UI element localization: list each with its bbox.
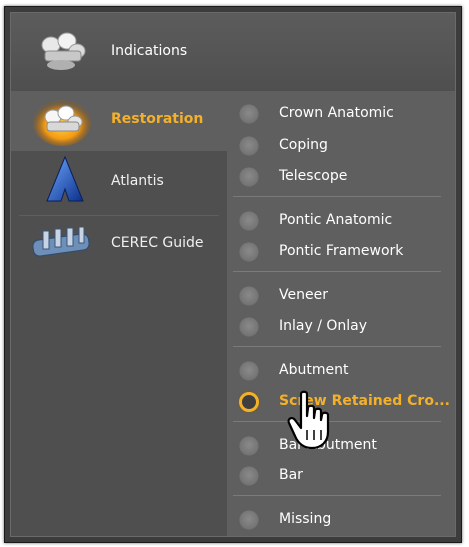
option-divider	[233, 346, 441, 347]
option-label: Missing	[279, 511, 332, 527]
option-divider	[233, 495, 441, 496]
option-telescope[interactable]: Telescope	[227, 164, 455, 190]
option-pontic-anatomic[interactable]: Pontic Anatomic	[227, 208, 455, 234]
radio-button[interactable]	[239, 510, 259, 530]
option-label: Telescope	[279, 168, 348, 184]
cerec-guide-icon	[32, 227, 90, 257]
option-missing[interactable]: Missing	[227, 507, 455, 533]
option-pontic-framework[interactable]: Pontic Framework	[227, 239, 455, 265]
category-restoration[interactable]: Restoration	[11, 91, 227, 151]
option-inlay-onlay[interactable]: Inlay / Onlay	[227, 314, 455, 340]
hand-pointer-cursor-icon	[287, 390, 330, 450]
category-label: CEREC Guide	[111, 235, 204, 251]
radio-button[interactable]	[239, 466, 259, 486]
radio-button[interactable]	[239, 317, 259, 337]
restoration-icon	[33, 100, 91, 146]
category-label: Restoration	[111, 111, 204, 127]
radio-button[interactable]	[239, 361, 259, 381]
option-divider	[233, 196, 441, 197]
option-abutment[interactable]: Abutment	[227, 358, 455, 384]
category-atlantis[interactable]: Atlantis	[11, 153, 227, 213]
radio-button[interactable]	[239, 286, 259, 306]
option-label: Bar	[279, 467, 303, 483]
category-list: Restoration Atlantis CEREC Guide	[11, 91, 227, 536]
indications-dialog: Indications Restoration Atlantis CEREC G…	[4, 6, 462, 543]
radio-button[interactable]	[239, 136, 259, 156]
radio-button[interactable]	[239, 211, 259, 231]
option-screw-retained-crown[interactable]: Screw Retained Cro...	[227, 389, 455, 415]
radio-button-selected[interactable]	[239, 392, 259, 412]
option-bar[interactable]: Bar	[227, 463, 455, 489]
radio-button[interactable]	[239, 104, 259, 124]
dialog-panel: Indications Restoration Atlantis CEREC G…	[10, 12, 456, 537]
category-cerec-guide[interactable]: CEREC Guide	[11, 215, 227, 275]
option-label: Pontic Anatomic	[279, 212, 393, 228]
option-veneer[interactable]: Veneer	[227, 283, 455, 309]
indications-header[interactable]: Indications	[11, 13, 455, 92]
atlantis-icon	[46, 155, 84, 202]
indication-options: Crown Anatomic Coping Telescope Pontic A…	[227, 91, 455, 536]
option-label: Crown Anatomic	[279, 105, 394, 121]
radio-button[interactable]	[239, 167, 259, 187]
option-label: Veneer	[279, 287, 328, 303]
option-divider	[233, 271, 441, 272]
option-label: Coping	[279, 137, 328, 153]
crowns-icon	[41, 32, 86, 70]
option-crown-anatomic[interactable]: Crown Anatomic	[227, 101, 455, 127]
indications-label: Indications	[111, 43, 188, 59]
option-coping[interactable]: Coping	[227, 133, 455, 159]
option-bar-abutment[interactable]: Bar Abutment	[227, 433, 455, 459]
option-label: Pontic Framework	[279, 243, 404, 259]
option-label: Inlay / Onlay	[279, 318, 368, 334]
radio-button[interactable]	[239, 242, 259, 262]
radio-button[interactable]	[239, 436, 259, 456]
category-label: Atlantis	[111, 173, 164, 189]
option-label: Abutment	[279, 362, 349, 378]
